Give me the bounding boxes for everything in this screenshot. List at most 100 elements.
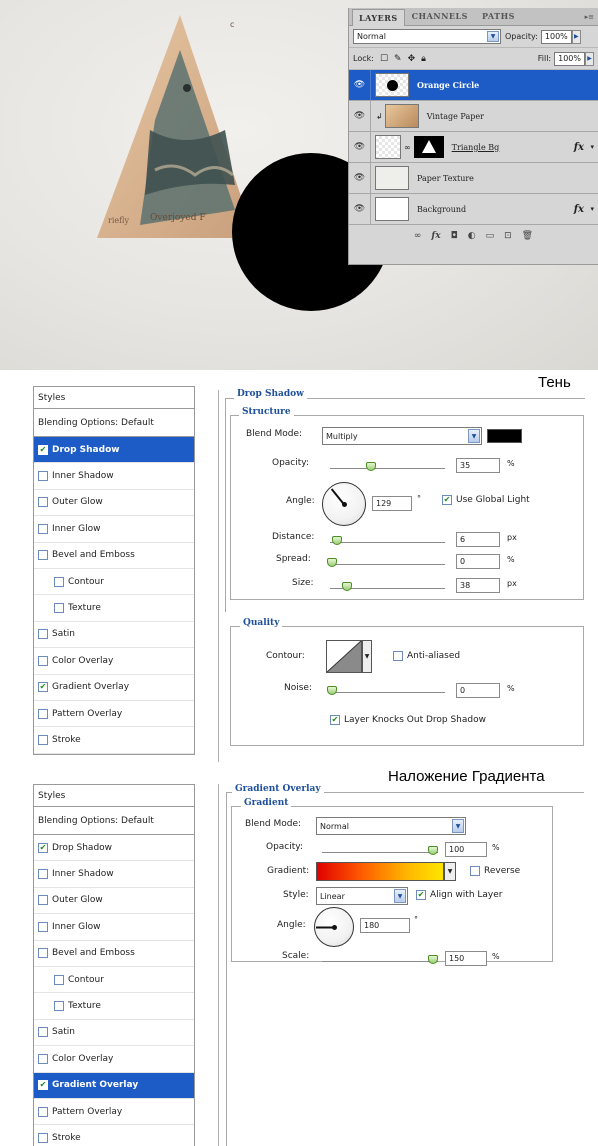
style-checkbox[interactable]	[38, 1027, 48, 1038]
layer-triangle-bg[interactable]: 👁︎ ∞ Triangle Bg fx ▾	[349, 132, 598, 163]
layer-fill-input[interactable]: 100%	[554, 51, 585, 66]
style-checkbox[interactable]	[38, 1106, 48, 1117]
lock-all-icon[interactable]: 🔒︎	[421, 54, 426, 64]
spread-slider[interactable]	[327, 558, 445, 567]
gradient-style-select[interactable]: Linear ▼	[316, 887, 408, 905]
layer-background[interactable]: 👁︎ Background fx ▾	[349, 194, 598, 225]
style-item-bevel-and-emboss[interactable]: Bevel and Emboss	[34, 941, 194, 967]
style-checkbox[interactable]	[54, 576, 64, 587]
style-item-inner-glow[interactable]: Inner Glow	[34, 516, 194, 543]
style-checkbox[interactable]	[38, 869, 48, 880]
eye-icon[interactable]: 👁︎	[349, 101, 371, 131]
layer-paper-texture[interactable]: 👁︎ Paper Texture	[349, 163, 598, 194]
angle-dial[interactable]	[314, 907, 354, 947]
distance-slider[interactable]	[330, 536, 445, 545]
scale-input[interactable]: 150	[445, 951, 487, 966]
layer-vintage-paper[interactable]: 👁︎ ↲ Vintage Paper	[349, 101, 598, 132]
style-item-satin[interactable]: Satin	[34, 1020, 194, 1047]
shadow-color-swatch[interactable]	[487, 429, 522, 443]
style-item-texture[interactable]: Texture	[34, 993, 194, 1020]
eye-icon[interactable]: 👁︎	[349, 194, 371, 224]
opacity-slider[interactable]	[330, 462, 445, 471]
size-slider[interactable]	[330, 582, 445, 591]
style-checkbox[interactable]	[38, 497, 48, 508]
opacity-input[interactable]: 100	[445, 842, 487, 857]
new-layer-icon[interactable]: ⊡	[504, 231, 512, 241]
style-item-stroke[interactable]: Stroke	[34, 727, 194, 754]
style-item-texture[interactable]: Texture	[34, 595, 194, 622]
style-item-color-overlay[interactable]: Color Overlay	[34, 648, 194, 675]
add-mask-icon[interactable]: ◘	[451, 231, 458, 241]
gradient-dropdown-icon[interactable]: ▼	[444, 862, 456, 881]
spread-input[interactable]: 0	[456, 554, 500, 569]
angle-input[interactable]: 129	[372, 496, 412, 511]
tab-paths[interactable]: PATHS	[475, 7, 522, 25]
style-item-contour[interactable]: Contour	[34, 967, 194, 994]
noise-slider[interactable]	[327, 686, 445, 695]
style-checkbox[interactable]	[54, 603, 64, 614]
knocks-out-checkbox[interactable]: ✔	[330, 715, 340, 725]
fx-icon[interactable]: fx	[574, 204, 584, 215]
styles-header[interactable]: Styles	[34, 387, 194, 409]
style-checkbox[interactable]: ✔	[38, 444, 48, 455]
tab-channels[interactable]: CHANNELS	[405, 7, 475, 25]
blending-options-item[interactable]: Blending Options: Default	[34, 807, 194, 835]
style-item-inner-shadow[interactable]: Inner Shadow	[34, 861, 194, 888]
expand-arrow-icon[interactable]: ▾	[590, 143, 594, 151]
scale-slider[interactable]	[322, 955, 438, 964]
style-item-inner-shadow[interactable]: Inner Shadow	[34, 463, 194, 490]
contour-picker[interactable]	[326, 640, 362, 673]
use-global-light-checkbox[interactable]: ✔	[442, 495, 452, 505]
delete-layer-icon[interactable]: 🗑︎	[522, 231, 533, 241]
style-item-outer-glow[interactable]: Outer Glow	[34, 490, 194, 517]
style-checkbox[interactable]	[38, 471, 48, 482]
style-checkbox[interactable]	[38, 948, 48, 959]
style-item-pattern-overlay[interactable]: Pattern Overlay	[34, 1099, 194, 1126]
blend-mode-select[interactable]: Multiply ▼	[322, 427, 482, 445]
eye-icon[interactable]: 👁︎	[349, 163, 371, 193]
style-checkbox[interactable]: ✔	[38, 682, 48, 693]
style-item-outer-glow[interactable]: Outer Glow	[34, 888, 194, 915]
style-item-gradient-overlay[interactable]: ✔ Gradient Overlay	[34, 1072, 194, 1099]
style-checkbox[interactable]	[38, 708, 48, 719]
style-checkbox[interactable]	[38, 895, 48, 906]
document-canvas[interactable]: riefly Overjoyed F c LAYERS CHANNELS PAT…	[0, 0, 598, 370]
layer-opacity-input[interactable]: 100%	[540, 29, 572, 44]
reverse-checkbox[interactable]	[470, 866, 480, 876]
style-checkbox[interactable]	[38, 921, 48, 932]
noise-input[interactable]: 0	[456, 683, 500, 698]
style-item-gradient-overlay[interactable]: ✔ Gradient Overlay	[34, 675, 194, 701]
link-layers-icon[interactable]: ∞	[414, 231, 422, 241]
style-item-contour[interactable]: Contour	[34, 569, 194, 596]
style-checkbox[interactable]	[38, 655, 48, 666]
style-checkbox[interactable]	[38, 734, 48, 745]
style-item-inner-glow[interactable]: Inner Glow	[34, 914, 194, 941]
angle-dial[interactable]	[322, 482, 366, 526]
blending-options-item[interactable]: Blending Options: Default	[34, 409, 194, 437]
layer-blend-mode-select[interactable]: Normal ▼	[353, 29, 501, 44]
fx-icon[interactable]: fx	[574, 142, 584, 153]
style-checkbox[interactable]	[38, 523, 48, 534]
style-checkbox[interactable]	[38, 629, 48, 640]
tab-layers[interactable]: LAYERS	[352, 9, 405, 26]
angle-input[interactable]: 180	[360, 918, 410, 933]
panel-menu-icon[interactable]: ▸≡	[585, 13, 594, 21]
style-item-drop-shadow[interactable]: ✔ Drop Shadow	[34, 437, 194, 464]
lock-image-icon[interactable]: ✎	[394, 54, 402, 64]
adjustment-layer-icon[interactable]: ◐	[468, 231, 476, 241]
styles-header[interactable]: Styles	[34, 785, 194, 807]
style-checkbox[interactable]	[54, 1001, 64, 1012]
lock-transparent-icon[interactable]: ☐	[380, 54, 388, 64]
contour-dropdown-icon[interactable]: ▼	[362, 640, 372, 673]
style-checkbox[interactable]	[38, 1132, 48, 1143]
expand-arrow-icon[interactable]: ▾	[590, 205, 594, 213]
opacity-slider[interactable]	[322, 846, 438, 855]
opacity-arrow-button[interactable]: ▶	[571, 29, 581, 44]
distance-input[interactable]: 6	[456, 532, 500, 547]
style-item-pattern-overlay[interactable]: Pattern Overlay	[34, 701, 194, 728]
style-checkbox[interactable]	[38, 550, 48, 561]
fill-arrow-button[interactable]: ▶	[585, 51, 594, 66]
style-checkbox[interactable]	[38, 1053, 48, 1064]
align-with-layer-checkbox[interactable]: ✔	[416, 890, 426, 900]
style-item-stroke[interactable]: Stroke	[34, 1125, 194, 1146]
